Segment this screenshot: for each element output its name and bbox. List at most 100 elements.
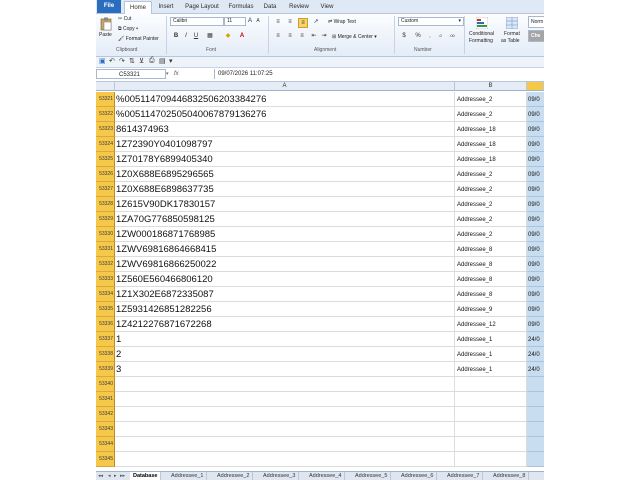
row-header[interactable]: 53326: [96, 167, 115, 182]
cell-c[interactable]: 09/0: [527, 242, 544, 257]
cell-c[interactable]: [527, 392, 544, 407]
cell-b[interactable]: Addressee_2: [455, 227, 527, 242]
cell-b[interactable]: [455, 422, 527, 437]
comma-style-icon[interactable]: ,: [426, 32, 434, 40]
paste-button[interactable]: [100, 17, 112, 31]
cell-a[interactable]: [115, 377, 455, 392]
cell-b[interactable]: Addressee_18: [455, 152, 527, 167]
row-header[interactable]: 53339: [96, 362, 115, 377]
first-sheet-icon[interactable]: ◂◂: [98, 472, 103, 480]
select-all-corner[interactable]: [96, 82, 115, 91]
cell-c[interactable]: 24/0: [527, 347, 544, 362]
row-header[interactable]: 53327: [96, 182, 115, 197]
chevron-down-icon[interactable]: ▾: [166, 69, 169, 80]
row-header[interactable]: 53332: [96, 257, 115, 272]
cell-b[interactable]: Addressee_18: [455, 137, 527, 152]
sheet-tab[interactable]: Addressee_6: [398, 472, 438, 480]
row-header[interactable]: 53323: [96, 122, 115, 137]
sheet-tab[interactable]: Addressee_8: [490, 472, 530, 480]
cell-c[interactable]: 09/0: [527, 92, 544, 107]
name-box[interactable]: C53321: [96, 69, 166, 79]
row-header[interactable]: 53343: [96, 422, 115, 437]
cell-b[interactable]: Addressee_8: [455, 257, 527, 272]
cell-a[interactable]: 1ZW000186871768985: [115, 227, 455, 242]
cell-a[interactable]: 3: [115, 362, 455, 377]
row-header[interactable]: 53333: [96, 272, 115, 287]
cell-a[interactable]: 1Z4212276871672268: [115, 317, 455, 332]
customize-qat-icon[interactable]: ▾: [169, 57, 173, 65]
align-top-icon[interactable]: ≡: [274, 18, 282, 26]
filter-icon[interactable]: ⊻: [139, 57, 144, 65]
conditional-formatting-button[interactable]: [475, 16, 489, 30]
align-left-icon[interactable]: ≡: [274, 32, 282, 40]
cell-a[interactable]: 1Z1X302E6872335087: [115, 287, 455, 302]
cell-b[interactable]: Addressee_1: [455, 347, 527, 362]
row-header[interactable]: 53337: [96, 332, 115, 347]
cell-b[interactable]: [455, 452, 527, 467]
row-header[interactable]: 53329: [96, 212, 115, 227]
cell-c[interactable]: 09/0: [527, 257, 544, 272]
cell-c[interactable]: [527, 452, 544, 467]
borders-icon[interactable]: ▦: [206, 32, 214, 40]
tab-home[interactable]: Home: [124, 1, 152, 14]
insert-function-button[interactable]: fx: [174, 69, 179, 80]
decrease-indent-icon[interactable]: ⇤: [310, 32, 318, 40]
cell-c[interactable]: 09/0: [527, 152, 544, 167]
align-bottom-icon[interactable]: ≡: [298, 18, 308, 28]
cell-a[interactable]: 1ZWV69816864668415: [115, 242, 455, 257]
row-header[interactable]: 53331: [96, 242, 115, 257]
underline-button[interactable]: U: [192, 32, 200, 40]
shrink-font-icon[interactable]: A: [254, 17, 262, 25]
tab-formulas[interactable]: Formulas: [226, 1, 256, 13]
cell-a[interactable]: 1Z0X688E6895296565: [115, 167, 455, 182]
cell-b[interactable]: [455, 377, 527, 392]
tab-review[interactable]: Review: [286, 1, 312, 13]
accounting-format-icon[interactable]: $: [400, 32, 408, 40]
style-check-cell[interactable]: Che: [528, 30, 544, 42]
row-header[interactable]: 53322: [96, 107, 115, 122]
cell-c[interactable]: [527, 407, 544, 422]
cell-a[interactable]: 1Z615V90DK17830157: [115, 197, 455, 212]
grow-font-icon[interactable]: A: [246, 17, 254, 25]
cell-c[interactable]: 09/0: [527, 212, 544, 227]
last-sheet-icon[interactable]: ▸▸: [120, 472, 125, 480]
prev-sheet-icon[interactable]: ◂: [108, 472, 111, 480]
print-icon[interactable]: ⎙: [149, 57, 155, 65]
copy-button[interactable]: ⧉ Copy ▾: [118, 26, 138, 32]
cell-c[interactable]: [527, 422, 544, 437]
sheet-tab[interactable]: Addressee_7: [444, 472, 484, 480]
row-header[interactable]: 53330: [96, 227, 115, 242]
row-header[interactable]: 53328: [96, 197, 115, 212]
tab-data[interactable]: Data: [260, 1, 280, 13]
cell-b[interactable]: Addressee_1: [455, 332, 527, 347]
cell-c[interactable]: 09/0: [527, 227, 544, 242]
cell-c[interactable]: 09/0: [527, 302, 544, 317]
sort-icon[interactable]: ⇅: [129, 57, 135, 65]
fill-color-icon[interactable]: ◆: [224, 32, 232, 40]
align-center-icon[interactable]: ≡: [286, 32, 294, 40]
cell-b[interactable]: Addressee_8: [455, 272, 527, 287]
cell-a[interactable]: 1ZWV69816866250022: [115, 257, 455, 272]
row-header[interactable]: 53344: [96, 437, 115, 452]
merge-center-button[interactable]: ⊞ Merge & Center ▾: [332, 34, 377, 40]
cell-c[interactable]: 24/0: [527, 332, 544, 347]
column-header-a[interactable]: A: [115, 82, 455, 91]
orientation-icon[interactable]: ↗: [312, 18, 320, 26]
wrap-text-button[interactable]: ⇌ Wrap Text: [328, 19, 356, 25]
cell-a[interactable]: [115, 452, 455, 467]
cell-b[interactable]: Addressee_2: [455, 107, 527, 122]
increase-indent-icon[interactable]: ⇥: [320, 32, 328, 40]
cell-c[interactable]: [527, 377, 544, 392]
row-header[interactable]: 53336: [96, 317, 115, 332]
align-right-icon[interactable]: ≡: [298, 32, 306, 40]
redo-icon[interactable]: ↷: [119, 57, 125, 65]
cell-a[interactable]: 1Z560E560466806120: [115, 272, 455, 287]
cell-a[interactable]: 8614374963: [115, 122, 455, 137]
cell-a[interactable]: 1ZA70G776850598125: [115, 212, 455, 227]
cell-c[interactable]: 09/0: [527, 107, 544, 122]
cell-b[interactable]: Addressee_2: [455, 167, 527, 182]
cell-b[interactable]: Addressee_18: [455, 122, 527, 137]
cell-a[interactable]: [115, 392, 455, 407]
increase-decimal-icon[interactable]: .0: [436, 32, 444, 40]
cell-b[interactable]: Addressee_12: [455, 317, 527, 332]
